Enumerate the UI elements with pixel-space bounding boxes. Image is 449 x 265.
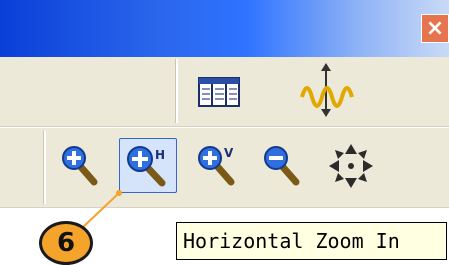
tooltip: Horizontal Zoom In xyxy=(176,222,447,260)
callout-number-badge: 6 xyxy=(39,221,93,265)
